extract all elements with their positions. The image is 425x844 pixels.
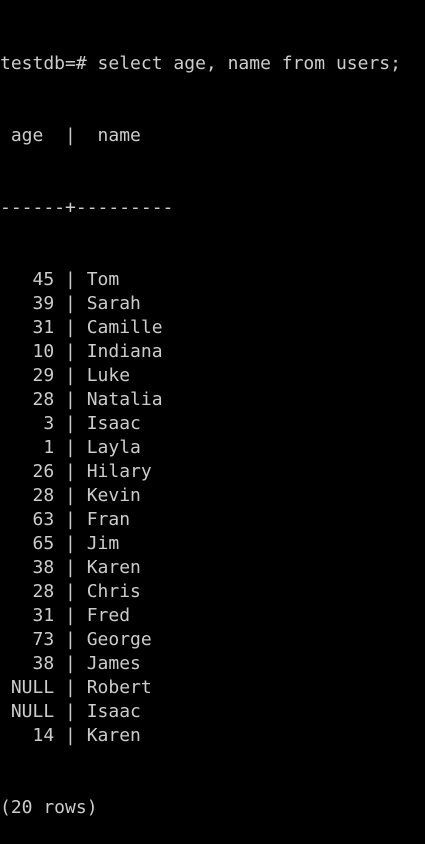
column-separator: | [54,461,87,482]
column-separator: | [54,341,87,362]
table-row: 14 | Karen [0,724,425,748]
table-row: 28 | Natalia [0,388,425,412]
table-row: 39 | Sarah [0,292,425,316]
age-cell: 39 [0,293,55,314]
column-separator: | [54,509,87,530]
name-cell: Tom [86,269,120,290]
column-separator: | [54,317,87,338]
column-separator: | [54,701,87,722]
result-rows: 45 | Tom 39 | Sarah 31 | Camille 10 | In… [0,268,425,748]
table-row: 45 | Tom [0,268,425,292]
column-separator: | [54,653,87,674]
name-cell: Natalia [86,389,163,410]
column-separator: | [54,365,87,386]
column-separator: | [54,533,87,554]
table-row: NULL | Robert [0,676,425,700]
age-cell: 3 [0,413,55,434]
age-cell: 10 [0,341,55,362]
name-cell: Karen [86,725,141,746]
table-row: 26 | Hilary [0,460,425,484]
age-cell: 63 [0,509,55,530]
table-separator: ------+--------- [0,197,174,218]
command-line: testdb=# select age, name from users; [0,53,401,74]
name-cell: Layla [86,437,141,458]
age-cell: 14 [0,725,55,746]
table-row: 65 | Jim [0,532,425,556]
age-cell: NULL [0,677,55,698]
name-cell: Robert [86,677,152,698]
table-row: 63 | Fran [0,508,425,532]
column-separator: | [54,557,87,578]
table-row: NULL | Isaac [0,700,425,724]
table-row: 31 | Fred [0,604,425,628]
name-cell: Isaac [86,413,141,434]
name-cell: Jim [86,533,120,554]
table-row: 38 | Karen [0,556,425,580]
age-cell: 65 [0,533,55,554]
age-cell: 28 [0,389,55,410]
age-cell: 29 [0,365,55,386]
table-row: 28 | Kevin [0,484,425,508]
age-cell: NULL [0,701,55,722]
table-row: 38 | James [0,652,425,676]
table-row: 28 | Chris [0,580,425,604]
name-cell: George [86,629,152,650]
table-row: 31 | Camille [0,316,425,340]
column-separator: | [54,485,87,506]
age-cell: 38 [0,653,55,674]
age-cell: 26 [0,461,55,482]
age-cell: 45 [0,269,55,290]
table-row: 3 | Isaac [0,412,425,436]
table-row: 1 | Layla [0,436,425,460]
age-cell: 73 [0,629,55,650]
name-cell: Kevin [86,485,141,506]
column-separator: | [54,605,87,626]
column-separator: | [54,437,87,458]
column-separator: | [54,629,87,650]
name-cell: Indiana [86,341,163,362]
name-cell: Karen [86,557,141,578]
name-cell: Fran [86,509,131,530]
column-separator: | [54,413,87,434]
column-separator: | [54,269,87,290]
age-cell: 38 [0,557,55,578]
column-separator: | [54,677,87,698]
name-cell: Camille [86,317,163,338]
name-cell: Luke [86,365,131,386]
name-cell: Hilary [86,461,152,482]
age-cell: 1 [0,437,55,458]
column-separator: | [54,725,87,746]
column-separator: | [54,293,87,314]
column-separator: | [54,389,87,410]
table-row: 29 | Luke [0,364,425,388]
table-row: 73 | George [0,628,425,652]
terminal-window[interactable]: testdb=# select age, name from users; ag… [0,0,425,818]
name-cell: Sarah [86,293,141,314]
name-cell: Isaac [86,701,141,722]
table-row: 10 | Indiana [0,340,425,364]
age-cell: 31 [0,317,55,338]
age-cell: 31 [0,605,55,626]
table-header: age | name [0,125,141,146]
name-cell: Fred [86,605,131,626]
age-cell: 28 [0,485,55,506]
row-count: (20 rows) [0,797,98,818]
name-cell: James [86,653,141,674]
